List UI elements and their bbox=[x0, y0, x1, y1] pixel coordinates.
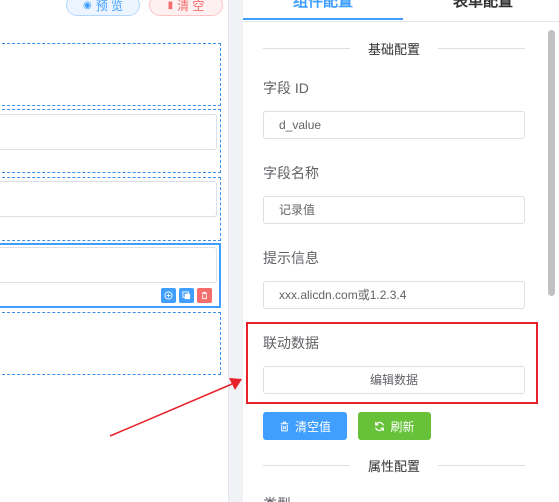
refresh-label: 刷新 bbox=[390, 419, 415, 434]
tip-input[interactable]: xxx.alicdn.com或1.2.3.4 bbox=[263, 281, 525, 309]
tip-label: 提示信息 bbox=[263, 250, 319, 266]
field-name-input[interactable]: 记录值 bbox=[263, 196, 525, 224]
form-component-block[interactable] bbox=[0, 43, 221, 106]
clear-canvas-button[interactable]: ▮ 清 空 bbox=[149, 0, 223, 16]
preview-label: 预 览 bbox=[95, 0, 124, 13]
component-input-preview bbox=[0, 181, 217, 217]
config-tabs: 组件配置 表单配置 bbox=[243, 0, 559, 22]
attr-config-label: 属性配置 bbox=[368, 458, 421, 474]
clear-label: 清 空 bbox=[177, 0, 205, 13]
divider-line bbox=[438, 464, 526, 466]
clear-value-label: 清空值 bbox=[294, 419, 331, 434]
attr-config-title: 属性配置 bbox=[263, 455, 526, 475]
panel-divider bbox=[228, 0, 243, 502]
delete-component-button[interactable] bbox=[197, 288, 212, 303]
basic-config-label: 基础配置 bbox=[368, 41, 421, 57]
refresh-button[interactable]: 刷新 bbox=[358, 412, 431, 440]
component-input-preview bbox=[0, 114, 217, 150]
component-toolbar bbox=[161, 288, 212, 303]
preview-button[interactable]: ◉ 预 览 bbox=[66, 0, 140, 16]
divider-line bbox=[263, 464, 350, 466]
annotation-highlight-box bbox=[246, 322, 538, 404]
form-component-block[interactable] bbox=[0, 312, 221, 375]
refresh-icon bbox=[375, 421, 385, 431]
tab-component-config[interactable]: 组件配置 bbox=[243, 0, 403, 20]
component-input-preview bbox=[0, 247, 217, 283]
field-name-label: 字段名称 bbox=[263, 165, 319, 181]
trash-icon bbox=[280, 421, 289, 431]
type-label: 类型 bbox=[263, 494, 291, 502]
copy-component-button[interactable] bbox=[179, 288, 194, 303]
copy-icon bbox=[182, 291, 191, 300]
trash-icon: ▮ bbox=[167, 0, 174, 11]
config-panel: 组件配置 表单配置 基础配置 字段 ID d_value 字段名称 记录值 提示… bbox=[243, 0, 559, 502]
divider-line bbox=[438, 47, 526, 49]
add-component-button[interactable] bbox=[161, 288, 176, 303]
clear-value-button[interactable]: 清空值 bbox=[263, 412, 347, 440]
trash-icon bbox=[201, 291, 208, 300]
field-id-input[interactable]: d_value bbox=[263, 111, 525, 139]
eye-icon: ◉ bbox=[82, 0, 92, 11]
basic-config-title: 基础配置 bbox=[263, 38, 526, 58]
panel-scrollbar[interactable] bbox=[548, 30, 555, 296]
field-id-label: 字段 ID bbox=[263, 80, 309, 96]
tab-form-config[interactable]: 表单配置 bbox=[413, 0, 553, 20]
plus-circle-icon bbox=[164, 291, 173, 300]
form-canvas: ◉ 预 览 ▮ 清 空 bbox=[0, 0, 228, 502]
divider-line bbox=[263, 47, 350, 49]
